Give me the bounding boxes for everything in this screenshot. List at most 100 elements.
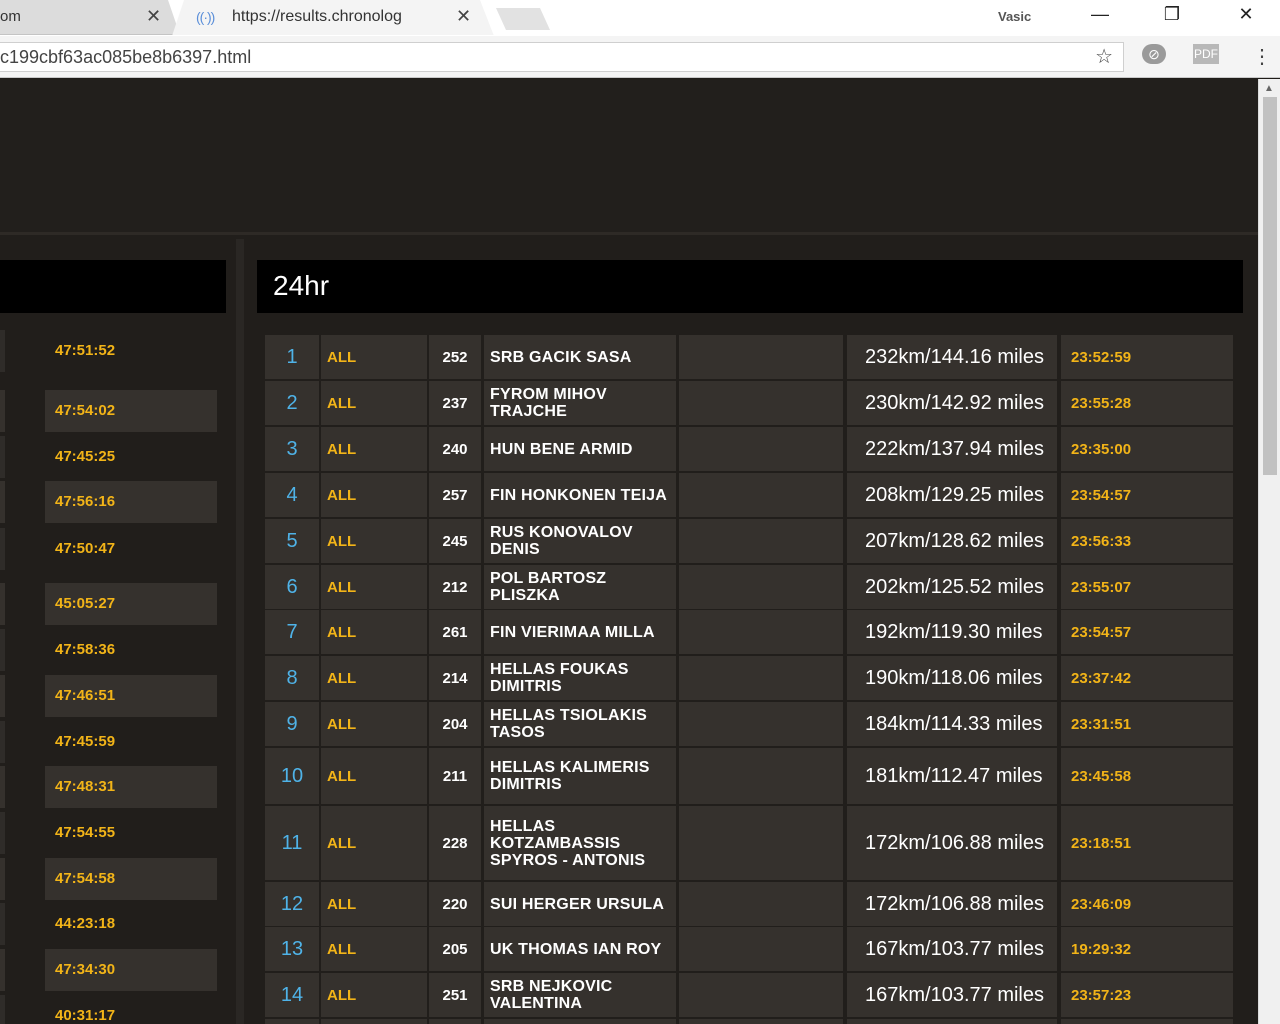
audio-playing-icon: ((·))	[196, 9, 215, 25]
finish-time: 47:45:59	[55, 733, 116, 750]
minimize-icon[interactable]: —	[1080, 4, 1120, 30]
empty-cell	[679, 519, 843, 563]
result-row[interactable]: 7 ALL 261 FIN VIERIMAA MILLA 192km/119.30 mi…	[265, 610, 1235, 654]
truncated-cell	[0, 721, 5, 763]
rank-cell: 10	[265, 748, 319, 804]
category-cell: ALL	[321, 702, 427, 746]
category-cell	[321, 1019, 427, 1024]
athlete-name-cell[interactable]: FYROM MIHOV TRAJCHE	[484, 381, 676, 425]
result-row[interactable]: CYP ANTONIOU 161km/100.04	[265, 1019, 1235, 1024]
category-cell: ALL	[321, 882, 427, 926]
athlete-name-cell[interactable]: SRB NEJKOVIC VALENTINA	[484, 973, 676, 1017]
truncated-cell	[0, 675, 5, 717]
result-row[interactable]: 12 ALL 220 SUI HERGER URSULA 172km/106.88 mi…	[265, 882, 1235, 926]
empty-cell	[679, 656, 843, 700]
browser-tab-previous[interactable]: om ✕	[0, 0, 180, 35]
result-row[interactable]: 14 ALL 251 SRB NEJKOVIC VALENTINA 167km/103.…	[265, 973, 1235, 1017]
scroll-up-arrow-icon[interactable]: ▲	[1264, 83, 1274, 94]
finish-time: 47:54:02	[45, 390, 217, 432]
results-panel-header: 24hr	[257, 260, 1243, 313]
truncated-cell	[0, 481, 5, 523]
athlete-name-cell[interactable]: HELLAS FOUKAS DIMITRIS	[484, 656, 676, 700]
athlete-name-cell[interactable]: HELLAS KALIMERIS DIMITRIS	[484, 748, 676, 804]
empty-cell	[679, 381, 843, 425]
finish-time: 47:48:31	[45, 766, 217, 808]
result-row[interactable]: 13 ALL 205 UK THOMAS IAN ROY 167km/103.77 mi…	[265, 927, 1235, 971]
bib-cell: 245	[429, 519, 481, 563]
athlete-name-cell[interactable]: FIN VIERIMAA MILLA	[484, 610, 676, 654]
url-text: c199cbf63ac085be8b6397.html	[0, 47, 252, 67]
left-table-row: 44:23:18	[0, 903, 226, 947]
result-row[interactable]: 3 ALL 240 HUN BENE ARMID 222km/137.94 miles 2…	[265, 427, 1235, 471]
rank-cell: 9	[265, 702, 319, 746]
results-panel-title: 24hr	[273, 270, 330, 301]
athlete-name-cell[interactable]: RUS KONOVALOV DENIS	[484, 519, 676, 563]
new-tab-button[interactable]	[496, 8, 550, 30]
category-cell: ALL	[321, 335, 427, 379]
result-row[interactable]: 10 ALL 211 HELLAS KALIMERIS DIMITRIS 181km/1…	[265, 748, 1235, 804]
athlete-name-cell[interactable]: HELLAS TSIOLAKIS TASOS	[484, 702, 676, 746]
finish-time: 47:45:25	[55, 448, 116, 465]
left-table-row: 47:50:47	[0, 528, 226, 572]
left-table-row: 47:45:25	[0, 436, 226, 480]
result-row[interactable]: 6 ALL 212 POL BARTOSZ PLISZKA 202km/125.52 m…	[265, 565, 1235, 609]
time-cell: 23:37:42	[1061, 656, 1233, 700]
profile-name[interactable]: Vasic	[998, 9, 1031, 24]
athlete-name-cell[interactable]: POL BARTOSZ PLISZKA	[484, 565, 676, 609]
time-cell: 23:56:33	[1061, 519, 1233, 563]
category-cell: ALL	[321, 748, 427, 804]
pdf-extension-icon[interactable]: PDF	[1192, 44, 1220, 68]
result-row[interactable]: 8 ALL 214 HELLAS FOUKAS DIMITRIS 190km/118.0…	[265, 656, 1235, 700]
tab-close-icon[interactable]: ✕	[456, 6, 471, 27]
bib-cell: 257	[429, 473, 481, 517]
distance-cell: 232km/144.16 miles	[847, 335, 1057, 379]
athlete-name-cell[interactable]: UK THOMAS IAN ROY	[484, 927, 676, 971]
tab-close-icon[interactable]: ✕	[146, 6, 161, 27]
empty-cell	[679, 335, 843, 379]
bookmark-star-icon[interactable]: ☆	[1095, 44, 1113, 69]
distance-cell: 167km/103.77 miles	[847, 973, 1057, 1017]
finish-time: 45:05:27	[45, 583, 217, 625]
empty-cell	[679, 806, 843, 880]
athlete-name-cell[interactable]: HELLAS KOTZAMBASSIS SPYROS - ANTONIS	[484, 806, 676, 880]
rank-cell: 2	[265, 381, 319, 425]
result-row[interactable]: 4 ALL 257 FIN HONKONEN TEIJA 208km/129.25 mi…	[265, 473, 1235, 517]
truncated-cell	[0, 583, 5, 625]
browser-tab-active[interactable]: ((·)) https://results.chronolog ✕	[172, 0, 494, 35]
athlete-name-cell[interactable]: FIN HONKONEN TEIJA	[484, 473, 676, 517]
time-cell: 23:35:00	[1061, 427, 1233, 471]
truncated-cell	[0, 436, 5, 478]
vertical-scrollbar[interactable]: ▲	[1258, 79, 1280, 1024]
athlete-name-cell[interactable]: CYP ANTONIOU	[484, 1019, 676, 1024]
finish-time: 47:58:36	[55, 641, 116, 658]
bib-cell	[429, 1019, 481, 1024]
result-row[interactable]: 5 ALL 245 RUS KONOVALOV DENIS 207km/128.62 m…	[265, 519, 1235, 563]
address-bar[interactable]: c199cbf63ac085be8b6397.html ☆	[0, 42, 1124, 72]
distance-cell: 208km/129.25 miles	[847, 473, 1057, 517]
left-table-row: 47:54:58	[0, 858, 226, 902]
time-cell: 23:54:57	[1061, 473, 1233, 517]
close-window-icon[interactable]: ✕	[1226, 4, 1266, 30]
time-cell: 23:46:09	[1061, 882, 1233, 926]
athlete-name-cell[interactable]: SRB GACIK SASA	[484, 335, 676, 379]
result-row[interactable]: 11 ALL 228 HELLAS KOTZAMBASSIS SPYROS - ANT…	[265, 806, 1235, 880]
athlete-name-cell[interactable]: SUI HERGER URSULA	[484, 882, 676, 926]
empty-cell	[679, 748, 843, 804]
restore-icon[interactable]: ❐	[1152, 4, 1192, 30]
left-panel-header	[0, 260, 226, 313]
tab-title: om	[0, 8, 21, 25]
distance-cell: 230km/142.92 miles	[847, 381, 1057, 425]
empty-cell	[679, 427, 843, 471]
athlete-name-cell[interactable]: HUN BENE ARMID	[484, 427, 676, 471]
time-cell: 23:57:23	[1061, 973, 1233, 1017]
rank-cell: 11	[265, 806, 319, 880]
result-row[interactable]: 1 ALL 252 SRB GACIK SASA 232km/144.16 miles 2…	[265, 335, 1235, 379]
empty-cell	[679, 565, 843, 609]
result-row[interactable]: 9 ALL 204 HELLAS TSIOLAKIS TASOS 184km/114.3…	[265, 702, 1235, 746]
extension-icon[interactable]: ⊘	[1140, 44, 1168, 68]
result-row[interactable]: 2 ALL 237 FYROM MIHOV TRAJCHE 230km/142.92 m…	[265, 381, 1235, 425]
browser-menu-icon[interactable]: ⋮	[1248, 44, 1276, 68]
bib-cell: 220	[429, 882, 481, 926]
finish-time: 47:50:47	[55, 540, 116, 557]
scrollbar-thumb[interactable]	[1263, 97, 1277, 475]
